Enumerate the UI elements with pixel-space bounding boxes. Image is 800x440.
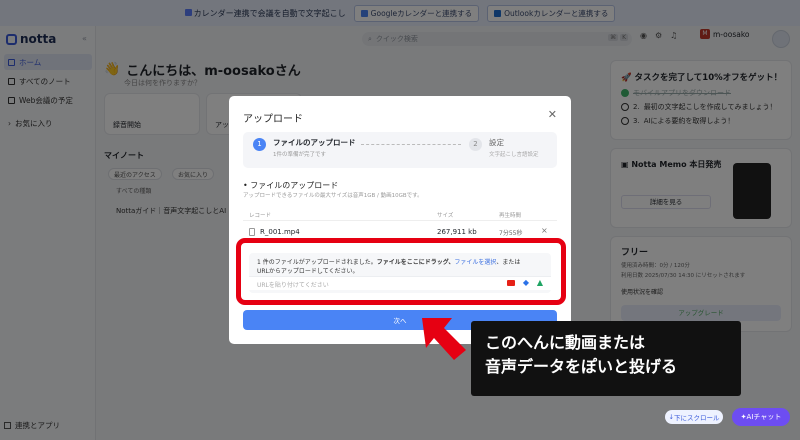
step2-subtitle: 文字起こし言語設定 (489, 152, 539, 158)
scroll-down-button[interactable]: ↓ 下にスクロール (665, 410, 723, 424)
annotation-line1: このへんに動画または (485, 333, 646, 352)
step2-number: 2 (469, 138, 482, 151)
red-arrow-icon (422, 318, 466, 360)
upload-steps: 1 ファイルのアップロード 1件の準備が完了です 2 設定 文字起こし言語設定 (243, 132, 557, 168)
step1-title: ファイルのアップロード (273, 138, 356, 147)
highlight-box (236, 238, 566, 305)
file-duration: 7分55秒 (499, 230, 523, 237)
step1-subtitle: 1件の準備が完了です (273, 152, 326, 158)
file-name: R_001.mp4 (260, 228, 300, 236)
file-size: 267,911 kb (437, 228, 477, 236)
ai-chat-button[interactable]: ✦ AIチャット (732, 408, 790, 426)
col-record: レコード (249, 213, 272, 219)
step2-title: 設定 (489, 138, 504, 147)
file-icon (249, 228, 255, 236)
annotation-callout: このへんに動画または 音声データをぽいと投げる (471, 321, 741, 396)
step-divider (361, 144, 461, 145)
remove-file-icon[interactable]: × (541, 226, 548, 235)
header-divider (243, 220, 557, 221)
upload-modal: アップロード ✕ 1 ファイルのアップロード 1件の準備が完了です 2 設定 文… (229, 96, 571, 344)
section-title: • ファイルのアップロード (243, 181, 339, 190)
step1-number: 1 (253, 138, 266, 151)
close-icon[interactable]: ✕ (548, 108, 557, 121)
col-size: サイズ (437, 213, 454, 219)
annotation-line2: 音声データをぽいと投げる (485, 357, 678, 376)
section-description: アップロードできるファイルの最大サイズは音声1GB / 動画10GBです。 (243, 193, 423, 199)
modal-title: アップロード (243, 114, 303, 125)
col-duration: 再生時間 (499, 213, 522, 219)
